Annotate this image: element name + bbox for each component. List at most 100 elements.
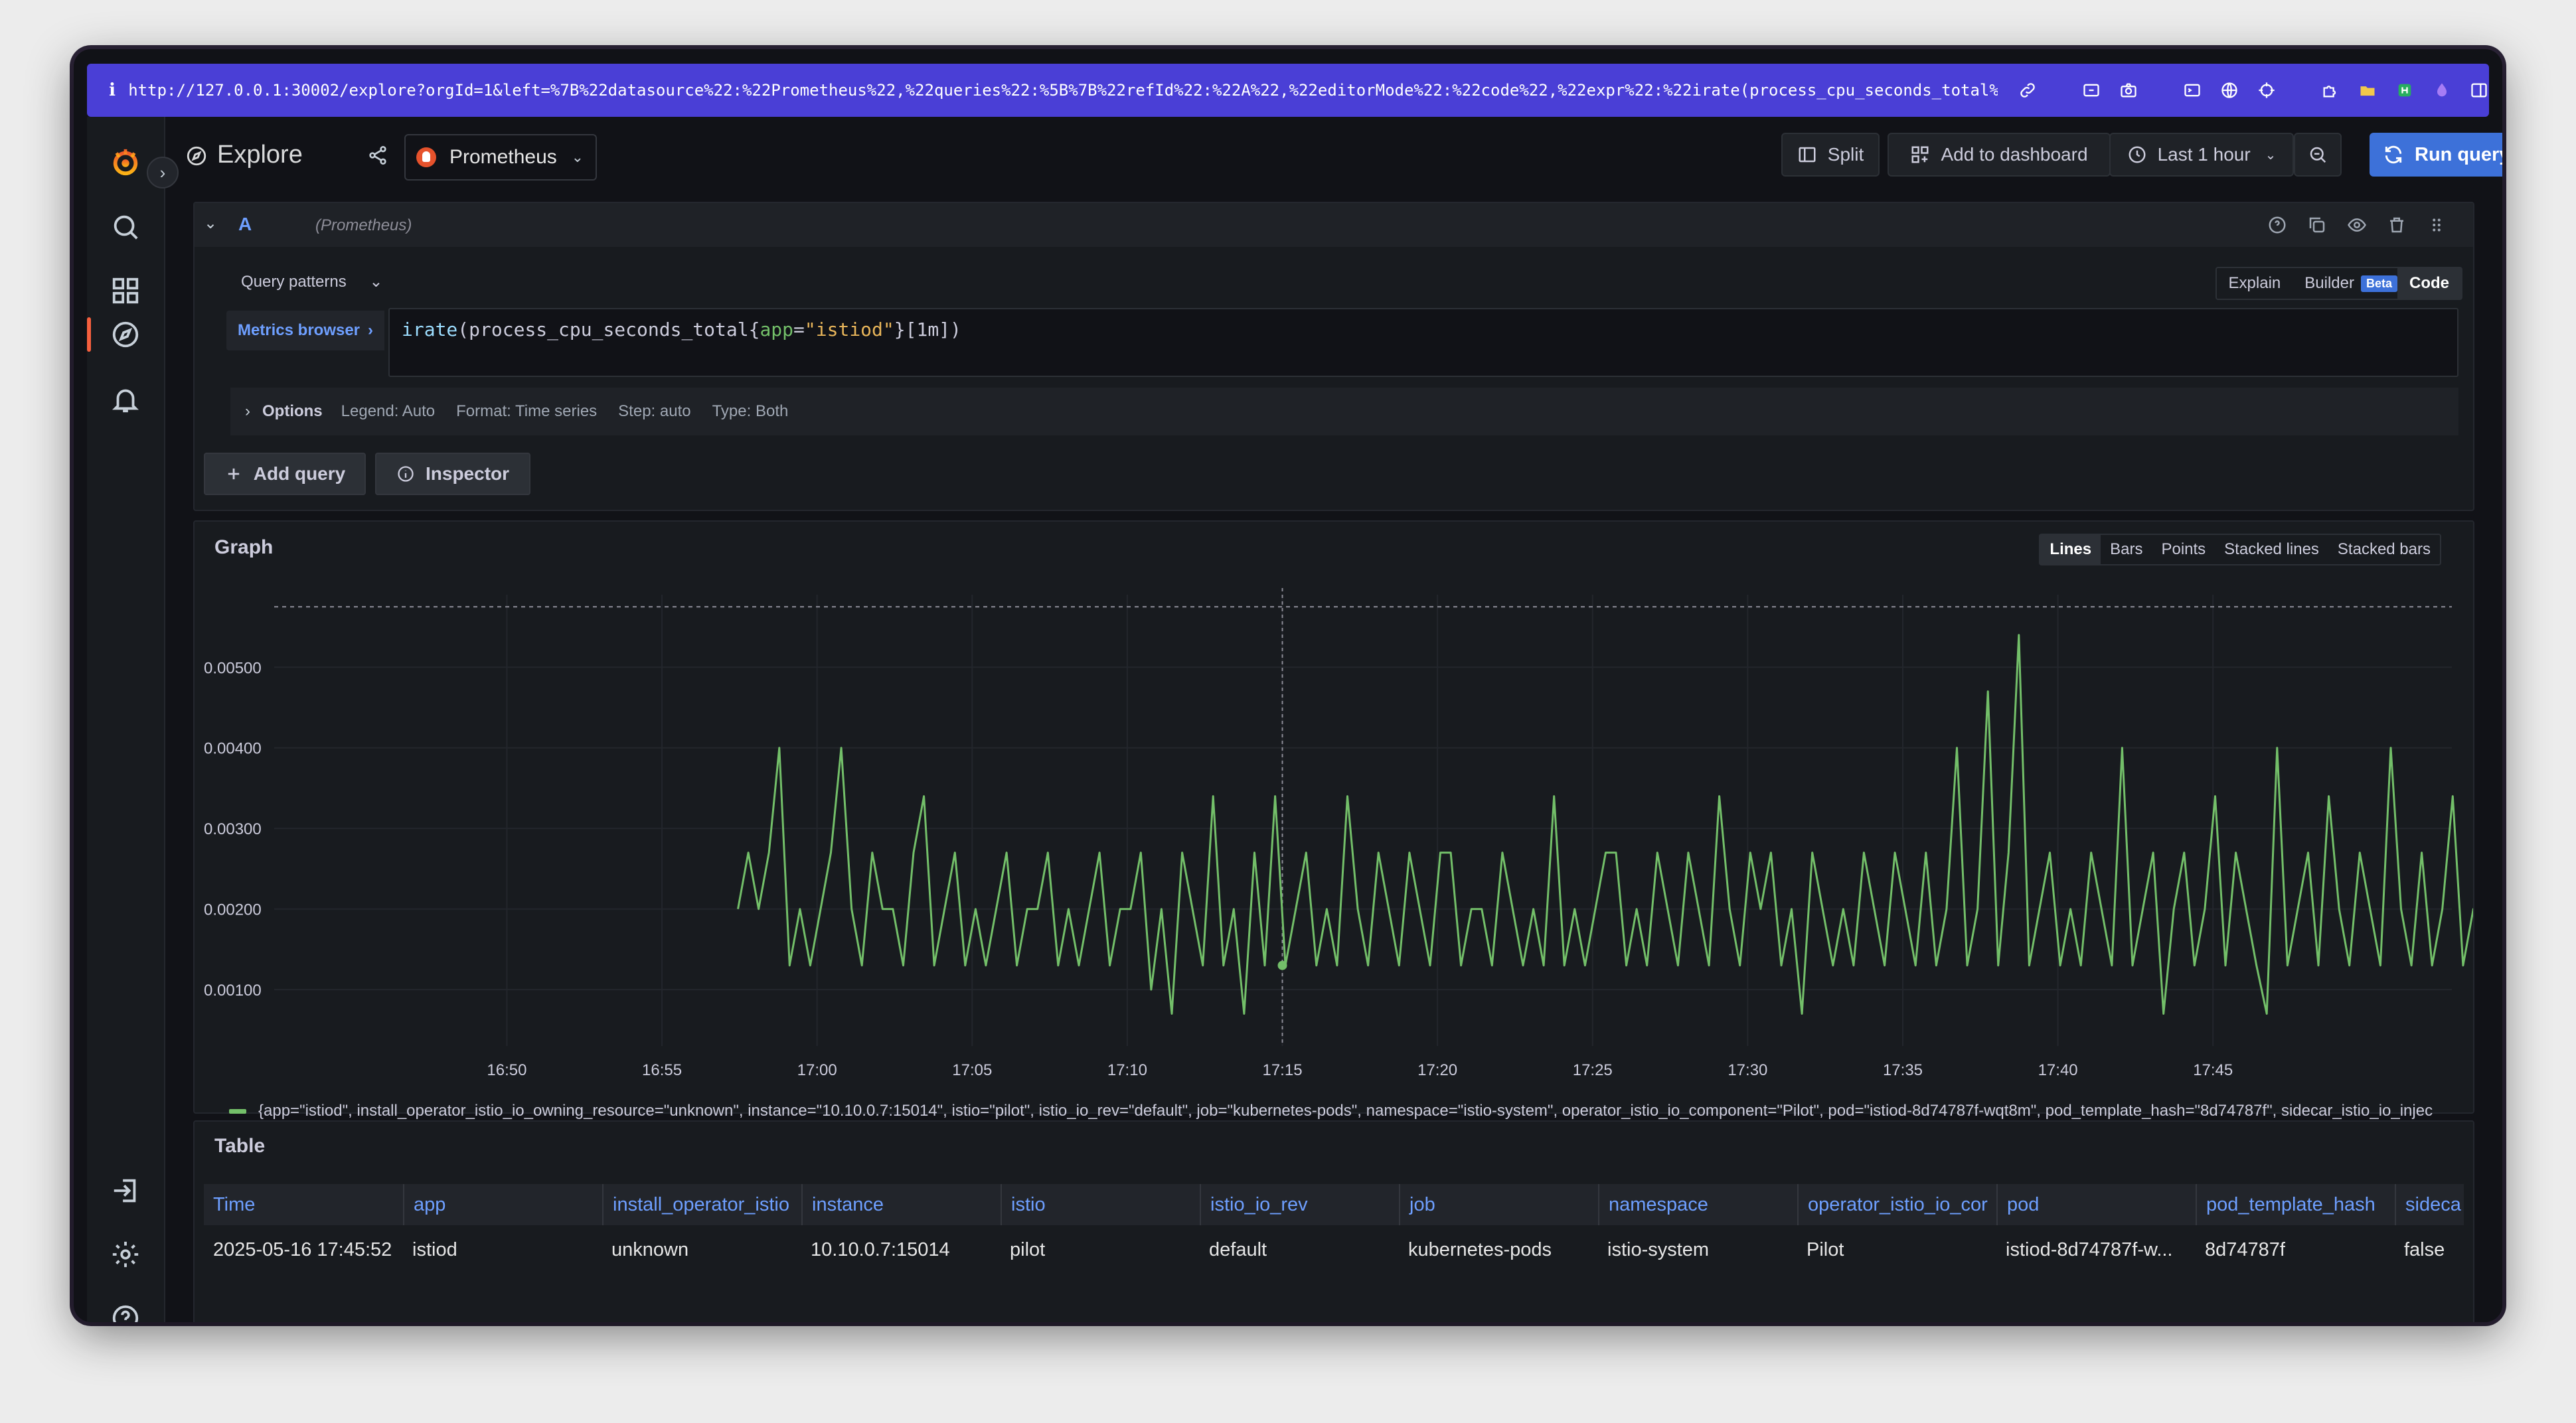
query-ref-id[interactable]: A bbox=[238, 214, 252, 235]
folder-extension-icon[interactable] bbox=[2358, 80, 2377, 100]
add-to-dashboard-button[interactable]: Add to dashboard bbox=[1888, 133, 2111, 177]
settings-gear-icon[interactable] bbox=[107, 1236, 144, 1273]
column-header-time[interactable]: Time bbox=[204, 1184, 403, 1225]
table-cell: Pilot bbox=[1807, 1238, 1844, 1260]
x-tick-label: 17:15 bbox=[1262, 1061, 1302, 1079]
camera-icon[interactable] bbox=[2119, 80, 2138, 100]
x-tick-label: 17:30 bbox=[1728, 1061, 1767, 1079]
query-datasource-label: (Prometheus) bbox=[315, 216, 412, 234]
sign-in-icon[interactable] bbox=[107, 1172, 144, 1209]
terminal-icon[interactable] bbox=[2182, 80, 2202, 100]
hide-query-eye-icon[interactable] bbox=[2347, 215, 2367, 235]
add-query-button[interactable]: Add query bbox=[204, 453, 366, 495]
time-series-chart[interactable]: 16:50 16:55 17:00 17:05 17:10 17:15 17:20 17:25… bbox=[195, 522, 2473, 1099]
inspector-label: Inspector bbox=[425, 463, 510, 484]
query-patterns-label: Query patterns bbox=[241, 273, 347, 291]
chevron-down-icon: ⌄ bbox=[571, 149, 584, 165]
address-bar[interactable]: i http://127.0.0.1:30002/explore?orgId=1… bbox=[87, 64, 2489, 117]
column-header-operator-istio-io-cor[interactable]: operator_istio_io_cor bbox=[1797, 1184, 1996, 1225]
column-header-pod[interactable]: pod bbox=[1996, 1184, 2196, 1225]
column-header-job[interactable]: job bbox=[1399, 1184, 1598, 1225]
table-cell: istiod bbox=[412, 1238, 457, 1260]
options-label: Options bbox=[262, 402, 323, 420]
metrics-browser-button[interactable]: Metrics browser › bbox=[226, 311, 384, 350]
help-icon[interactable] bbox=[107, 1300, 144, 1322]
table-cell: default bbox=[1209, 1238, 1267, 1260]
link-icon[interactable] bbox=[2018, 80, 2038, 100]
legend-series-label: {app="istiod", install_operator_istio_io… bbox=[258, 1102, 2433, 1120]
explore-compass-icon[interactable] bbox=[107, 316, 144, 353]
query-options-row[interactable]: › Options Legend: Auto Format: Time seri… bbox=[230, 388, 2458, 435]
search-icon[interactable] bbox=[107, 208, 144, 246]
option-format: Format: Time series bbox=[456, 402, 598, 420]
column-header-sidecar[interactable]: sidecar bbox=[2395, 1184, 2461, 1225]
datasource-picker[interactable]: Prometheus ⌄ bbox=[404, 134, 597, 181]
green-extension-icon[interactable] bbox=[2395, 80, 2415, 100]
x-tick-label: 17:05 bbox=[952, 1061, 992, 1079]
delete-query-trash-icon[interactable] bbox=[2387, 215, 2407, 235]
help-icon[interactable] bbox=[2267, 215, 2287, 235]
promql-query-input[interactable]: irate(process_cpu_seconds_total{app="ist… bbox=[388, 308, 2458, 377]
prometheus-logo-icon bbox=[416, 147, 436, 167]
active-nav-indicator bbox=[87, 317, 91, 352]
graph-panel: Graph Lines Bars Points Stacked lines Stacke… bbox=[193, 520, 2474, 1120]
y-tick-label: 0.00500 bbox=[204, 659, 262, 677]
globe-icon[interactable] bbox=[2219, 80, 2239, 100]
share-icon[interactable] bbox=[367, 145, 388, 166]
column-header-istio[interactable]: istio bbox=[1001, 1184, 1200, 1225]
table-row: 2025-05-16 17:45:52 istiod unknown 10.10.0.… bbox=[204, 1228, 2464, 1272]
dashboards-icon[interactable] bbox=[107, 272, 144, 309]
code-mode-tab[interactable]: Code bbox=[2397, 268, 2461, 299]
clock-icon bbox=[2129, 146, 2146, 163]
column-header-namespace[interactable]: namespace bbox=[1598, 1184, 1797, 1225]
x-tick-label: 16:50 bbox=[487, 1061, 526, 1079]
x-tick-label: 17:10 bbox=[1107, 1061, 1147, 1079]
crosshair-icon[interactable] bbox=[2257, 80, 2277, 100]
explain-toggle[interactable]: Explain bbox=[2217, 274, 2293, 293]
hover-point bbox=[1277, 960, 1287, 970]
datasource-name: Prometheus bbox=[449, 146, 557, 168]
url-text[interactable]: http://127.0.0.1:30002/explore?orgId=1&l… bbox=[128, 81, 1998, 100]
column-header-app[interactable]: app bbox=[403, 1184, 602, 1225]
alerting-bell-icon[interactable] bbox=[107, 381, 144, 418]
site-info-icon[interactable]: i bbox=[96, 80, 128, 100]
column-header-pod-template-hash[interactable]: pod_template_hash bbox=[2196, 1184, 2395, 1225]
chevron-down-icon: ⌄ bbox=[2265, 147, 2277, 163]
x-tick-label: 17:20 bbox=[1417, 1061, 1457, 1079]
column-header-istio-io-rev[interactable]: istio_io_rev bbox=[1200, 1184, 1399, 1225]
split-icon bbox=[1799, 147, 1816, 163]
split-button[interactable]: Split bbox=[1781, 133, 1880, 177]
y-tick-label: 0.00200 bbox=[204, 901, 262, 919]
inspector-button[interactable]: Inspector bbox=[375, 453, 530, 495]
column-header-instance[interactable]: instance bbox=[801, 1184, 1001, 1225]
metrics-browser-label: Metrics browser bbox=[237, 321, 361, 339]
grafana-logo-icon[interactable] bbox=[107, 143, 144, 181]
duplicate-query-icon[interactable] bbox=[2307, 215, 2327, 235]
explore-toolbar: Explore Prometheus ⌄ Split Add to dashbo… bbox=[165, 117, 2502, 194]
graph-legend[interactable]: {app="istiod", install_operator_istio_io… bbox=[229, 1102, 2460, 1120]
time-range-picker[interactable]: Last 1 hour ⌄ bbox=[2109, 133, 2294, 177]
expr-metric: (process_cpu_seconds_total{ bbox=[457, 319, 760, 340]
option-legend: Legend: Auto bbox=[341, 402, 436, 420]
page-title: Explore bbox=[217, 141, 303, 169]
screen-capture-icon[interactable] bbox=[2081, 80, 2101, 100]
browser-window: i http://127.0.0.1:30002/explore?orgId=1… bbox=[74, 49, 2502, 1322]
purple-extension-icon[interactable] bbox=[2432, 80, 2452, 100]
extension-icon[interactable] bbox=[2320, 80, 2340, 100]
drag-handle-icon[interactable] bbox=[2427, 215, 2447, 235]
column-header-install-operator-istio[interactable]: install_operator_istio bbox=[602, 1184, 801, 1225]
chevron-down-icon: ⌄ bbox=[369, 273, 383, 291]
collapse-chevron-icon[interactable]: ⌄ bbox=[204, 214, 217, 233]
option-step: Step: auto bbox=[618, 402, 691, 420]
expand-sidebar-button[interactable]: › bbox=[147, 157, 179, 188]
table-cell: 2025-05-16 17:45:52 bbox=[213, 1238, 392, 1260]
expr-label-key: app bbox=[760, 319, 794, 340]
query-patterns-dropdown[interactable]: Query patterns ⌄ bbox=[241, 272, 383, 291]
table-cell: 8d74787f bbox=[2205, 1238, 2285, 1260]
run-query-button[interactable]: Run query ⌄ bbox=[2370, 133, 2502, 177]
builder-mode-tab[interactable]: Builder bbox=[2293, 274, 2366, 293]
sidebar-toggle-icon[interactable] bbox=[2469, 80, 2489, 100]
explore-title-icon bbox=[187, 146, 206, 166]
x-tick-label: 17:25 bbox=[1573, 1061, 1613, 1079]
zoom-out-button[interactable] bbox=[2294, 133, 2342, 177]
